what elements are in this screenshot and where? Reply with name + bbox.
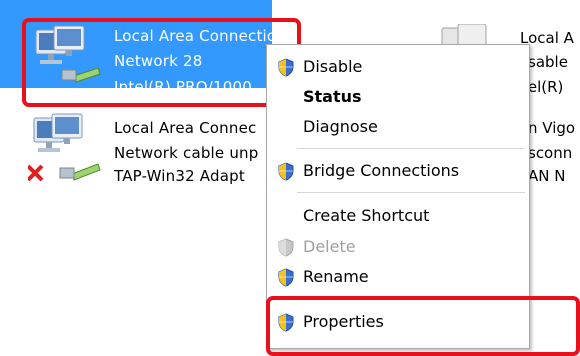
menu-item-rename[interactable]: Rename [267,263,529,291]
menu-item-delete: Delete [267,233,529,261]
menu-item-diagnose[interactable]: Diagnose [267,113,529,141]
connection-status: Network cable unp [114,144,259,162]
menu-item-create-shortcut[interactable]: Create Shortcut [267,202,529,230]
menu-separator [297,148,525,149]
menu-item-label: Diagnose [303,117,378,136]
highlight-box-properties [266,296,580,356]
menu-separator [297,192,525,193]
connection-name-partial[interactable]: n Vigo [528,118,575,138]
uac-shield-icon [278,58,294,77]
uac-shield-icon [278,162,294,181]
menu-item-label: Disable [303,57,363,76]
menu-item-disable[interactable]: Disable [267,53,529,81]
connection-adapter: TAP-Win32 Adapt [114,167,245,185]
connection-adapter-partial: AN N [528,167,566,185]
menu-item-label: Rename [303,267,369,286]
connection-name[interactable]: Local Area Connec [114,118,256,138]
uac-shield-icon [278,238,294,257]
menu-item-bridge-connections[interactable]: Bridge Connections [267,157,529,185]
highlight-box-connection [22,18,301,107]
connection-status-partial: sconn [528,144,573,162]
menu-item-label: Bridge Connections [303,161,460,180]
uac-shield-icon [278,268,294,287]
network-disconnected-icon [26,112,104,188]
menu-item-status[interactable]: Status [267,83,529,111]
menu-item-label: Status [303,87,362,106]
menu-item-label: Delete [303,237,356,256]
connection-status-partial: sable [528,53,568,71]
menu-item-label: Create Shortcut [303,206,430,225]
